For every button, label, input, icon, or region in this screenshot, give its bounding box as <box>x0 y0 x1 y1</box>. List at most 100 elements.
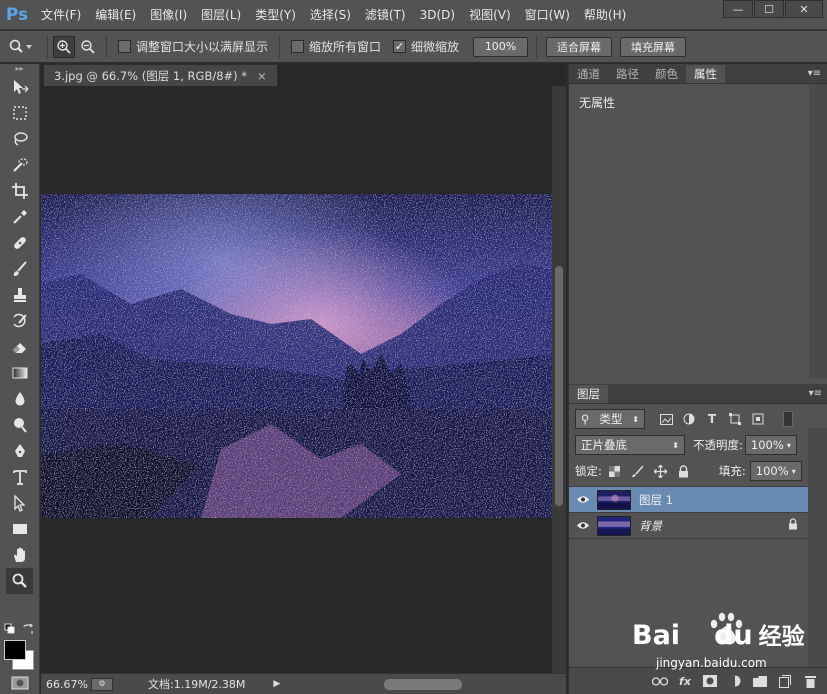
zoom-tool[interactable] <box>6 568 33 594</box>
brush-tool[interactable] <box>0 256 39 282</box>
eye-icon[interactable] <box>569 495 597 504</box>
filter-toggle-switch[interactable] <box>783 411 793 427</box>
scrubby-zoom-checkbox[interactable]: ✓ 细微缩放 <box>393 38 459 55</box>
menu-type[interactable]: 类型(Y) <box>248 0 303 30</box>
checkbox-box[interactable] <box>118 40 131 53</box>
layer-row-background[interactable]: 背景 <box>569 513 808 539</box>
canvas-image[interactable] <box>41 194 552 518</box>
lock-row: 锁定: 填充: 100% ▾ <box>569 458 827 484</box>
document-tab-title: 3.jpg @ 66.7% (图层 1, RGB/8#) * <box>54 68 248 83</box>
panel-menu-icon[interactable]: ▾≡ <box>808 65 827 83</box>
checkbox-label: 缩放所有窗口 <box>309 40 382 54</box>
blur-tool[interactable] <box>0 386 39 412</box>
menu-window[interactable]: 窗口(W) <box>518 0 577 30</box>
layer-name[interactable]: 图层 1 <box>639 492 673 508</box>
eraser-tool[interactable] <box>0 334 39 360</box>
close-button[interactable]: ✕ <box>785 0 823 18</box>
lock-pixels-icon[interactable] <box>631 464 645 478</box>
status-menu-arrow-icon[interactable]: ▶ <box>273 679 280 689</box>
swap-colors-icon[interactable] <box>22 623 34 638</box>
lock-position-icon[interactable] <box>654 464 668 478</box>
fill-value: 100% <box>755 464 789 478</box>
tab-color[interactable]: 颜色 <box>647 65 686 83</box>
tab-layers[interactable]: 图层 <box>569 385 608 403</box>
type-tool[interactable] <box>0 464 39 490</box>
opacity-input[interactable]: 100% ▾ <box>744 435 797 455</box>
pen-tool[interactable] <box>0 438 39 464</box>
chevron-down-icon[interactable]: ▾ <box>787 441 791 450</box>
lock-transparent-icon[interactable] <box>608 464 622 478</box>
filter-shape-icon[interactable] <box>728 412 742 426</box>
lasso-tool[interactable] <box>0 126 39 152</box>
default-colors-icon[interactable] <box>4 623 16 638</box>
properties-scrollbar[interactable] <box>809 84 827 378</box>
foreground-color-swatch[interactable] <box>4 640 26 660</box>
layer-name[interactable]: 背景 <box>639 518 662 534</box>
move-tool[interactable] <box>0 74 39 100</box>
panel-grip[interactable]: ▸▸ <box>0 64 39 74</box>
resize-windows-checkbox[interactable]: 调整窗口大小以满屏显示 <box>118 38 268 55</box>
layer-filter-dropdown[interactable]: ⚲ 类型 ⬍ <box>575 409 645 429</box>
horizontal-scroll-thumb[interactable] <box>384 679 462 690</box>
opacity-value: 100% <box>750 438 784 452</box>
crop-tool[interactable] <box>0 178 39 204</box>
rectangle-tool[interactable] <box>0 516 39 542</box>
tool-preset-picker[interactable] <box>0 39 42 55</box>
history-brush-tool[interactable] <box>0 308 39 334</box>
blend-mode-dropdown[interactable]: 正片叠底 ⬍ <box>575 435 685 455</box>
filter-type-icon[interactable]: T <box>705 412 719 426</box>
actual-size-button[interactable]: 100% <box>473 36 529 57</box>
tab-paths[interactable]: 路径 <box>608 65 647 83</box>
menu-filter[interactable]: 滤镜(T) <box>358 0 413 30</box>
path-selection-tool[interactable] <box>0 490 39 516</box>
tab-channels[interactable]: 通道 <box>569 65 608 83</box>
tab-properties[interactable]: 属性 <box>686 65 725 83</box>
zoom-all-checkbox[interactable]: 缩放所有窗口 <box>291 38 381 55</box>
menu-file[interactable]: 文件(F) <box>34 0 88 30</box>
healing-brush-tool[interactable] <box>0 230 39 256</box>
filter-smart-object-icon[interactable] <box>751 412 765 426</box>
gradient-tool[interactable] <box>0 360 39 386</box>
zoom-in-button[interactable] <box>53 35 75 58</box>
zoom-level[interactable]: 66.67% <box>46 678 91 691</box>
layers-menu-icon[interactable]: ▾≡ <box>809 385 827 403</box>
fill-screen-button[interactable]: 填充屏幕 <box>620 36 687 57</box>
filter-adjustment-icon[interactable] <box>682 412 696 426</box>
eyedropper-tool[interactable] <box>0 204 39 230</box>
vertical-scrollbar[interactable] <box>552 86 566 673</box>
menu-layer[interactable]: 图层(L) <box>194 0 248 30</box>
marquee-tool[interactable] <box>0 100 39 126</box>
menu-image[interactable]: 图像(I) <box>143 0 194 30</box>
menu-select[interactable]: 选择(S) <box>303 0 358 30</box>
clone-stamp-tool[interactable] <box>0 282 39 308</box>
layer-row-layer1[interactable]: 图层 1 <box>569 487 808 513</box>
dodge-tool[interactable] <box>0 412 39 438</box>
chevron-down-icon[interactable]: ▾ <box>792 467 796 476</box>
lock-label: 锁定: <box>575 464 602 478</box>
quick-mask-icon[interactable] <box>11 676 29 693</box>
menu-edit[interactable]: 编辑(E) <box>88 0 143 30</box>
zoom-out-button[interactable] <box>77 36 99 58</box>
restore-button[interactable]: ☐ <box>754 0 784 18</box>
lasso-icon <box>13 132 28 146</box>
fit-screen-button[interactable]: 适合屏幕 <box>546 36 613 57</box>
eye-icon[interactable] <box>569 521 597 530</box>
document-tab[interactable]: 3.jpg @ 66.7% (图层 1, RGB/8#) * × <box>43 64 278 86</box>
filter-pixel-icon[interactable] <box>659 412 673 426</box>
checkbox-checked[interactable]: ✓ <box>393 40 407 53</box>
status-options-icon[interactable]: ⚙ <box>91 677 113 691</box>
menu-view[interactable]: 视图(V) <box>462 0 518 30</box>
lock-all-icon[interactable] <box>677 464 691 478</box>
menu-help[interactable]: 帮助(H) <box>577 0 633 30</box>
close-tab-icon[interactable]: × <box>257 69 267 83</box>
menu-bar: Ps 文件(F) 编辑(E) 图像(I) 图层(L) 类型(Y) 选择(S) 滤… <box>0 0 827 30</box>
watermark-brand-mid: du <box>714 620 753 651</box>
vertical-scroll-thumb[interactable] <box>555 266 563 506</box>
menu-3d[interactable]: 3D(D) <box>413 0 462 30</box>
quick-selection-tool[interactable] <box>0 152 39 178</box>
fill-input[interactable]: 100% ▾ <box>749 461 802 481</box>
minimize-button[interactable]: — <box>723 0 753 18</box>
layers-panel-tabs: 图层 ▾≡ <box>569 384 827 404</box>
checkbox-box[interactable] <box>291 40 305 53</box>
hand-tool[interactable] <box>0 542 39 568</box>
